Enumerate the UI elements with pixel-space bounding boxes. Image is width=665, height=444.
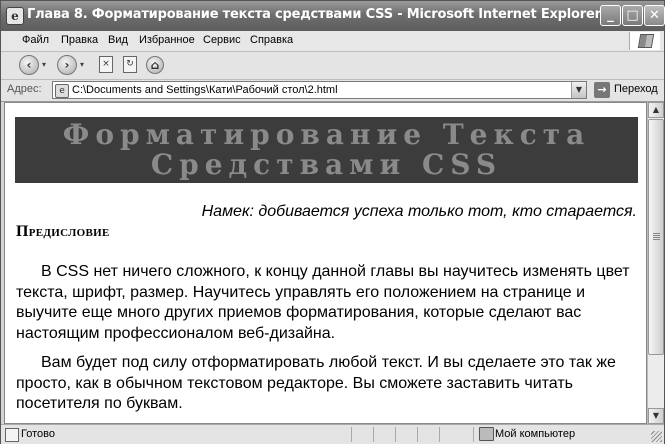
address-input[interactable]: e C:\Documents and Settings\Кати\Рабочий… <box>52 81 587 99</box>
forward-dropdown-icon[interactable]: ▾ <box>80 60 84 69</box>
menu-tools[interactable]: Сервис <box>203 34 241 46</box>
my-computer-icon <box>479 427 494 441</box>
toolbar: ‹ ▾ › ▾ × ↻ ⌂ <box>1 52 664 80</box>
address-label: Адрес: <box>7 83 42 95</box>
status-text: Готово <box>21 428 55 440</box>
stop-icon[interactable]: × <box>99 56 113 73</box>
browser-window: e Глава 8. Форматирование текста средств… <box>0 0 665 444</box>
forward-arrow-icon[interactable]: › <box>57 55 77 75</box>
status-divider <box>417 427 418 442</box>
scroll-up-icon[interactable]: ▲ <box>648 102 664 118</box>
banner-line-2: Средствами CSS <box>150 148 503 181</box>
status-divider <box>473 427 474 442</box>
ie-logo-icon: e <box>6 7 24 25</box>
status-divider <box>439 427 440 442</box>
status-divider <box>351 427 352 442</box>
grip-icon <box>653 233 660 234</box>
status-divider <box>395 427 396 442</box>
status-divider <box>373 427 374 442</box>
menu-file[interactable]: Файл <box>22 34 49 46</box>
scroll-thumb[interactable] <box>648 119 664 355</box>
menu-edit[interactable]: Правка <box>61 34 98 46</box>
paragraph-1: В CSS нет ничего сложного, к концу данно… <box>16 263 630 342</box>
page-viewport[interactable]: Форматирование Текста Средствами CSS Нам… <box>4 102 647 424</box>
status-bar: Готово Мой компьютер <box>1 424 664 444</box>
vertical-scrollbar[interactable]: ▲ ▼ <box>647 102 664 424</box>
menu-view[interactable]: Вид <box>108 34 128 46</box>
resize-grip-icon[interactable] <box>651 431 662 442</box>
address-bar: Адрес: e C:\Documents and Settings\Кати\… <box>1 80 664 102</box>
page-quote: Намек: добивается успеха только тот, кто… <box>201 203 637 220</box>
menu-bar: Файл Правка Вид Избранное Сервис Справка <box>1 31 664 52</box>
address-dropdown-icon[interactable]: ▼ <box>571 82 586 98</box>
minimize-button[interactable]: _ <box>600 5 621 26</box>
home-icon[interactable]: ⌂ <box>146 56 164 74</box>
status-zone: Мой компьютер <box>495 428 576 440</box>
close-button[interactable]: ✕ <box>644 5 665 26</box>
page-icon: e <box>55 84 69 98</box>
page-banner: Форматирование Текста Средствами CSS <box>15 117 638 183</box>
menu-favorites[interactable]: Избранное <box>139 34 195 46</box>
address-value: C:\Documents and Settings\Кати\Рабочий с… <box>72 84 338 96</box>
back-dropdown-icon[interactable]: ▾ <box>42 60 46 69</box>
scroll-down-icon[interactable]: ▼ <box>648 408 664 424</box>
window-title: Глава 8. Форматирование текста средствам… <box>27 7 601 22</box>
go-button[interactable]: Переход <box>614 83 658 95</box>
paragraph-2: Вам будет под силу отформатировать любой… <box>16 354 616 412</box>
banner-line-1: Форматирование Текста <box>62 118 591 151</box>
refresh-icon[interactable]: ↻ <box>123 56 137 73</box>
menu-help[interactable]: Справка <box>250 34 293 46</box>
title-bar[interactable]: e Глава 8. Форматирование текста средств… <box>1 1 665 31</box>
windows-flag-icon <box>629 32 660 50</box>
back-arrow-icon[interactable]: ‹ <box>19 55 39 75</box>
go-arrow-icon[interactable]: → <box>594 82 610 98</box>
status-page-icon <box>5 428 19 442</box>
maximize-button[interactable]: □ <box>622 5 643 26</box>
page-heading: Предисловие <box>16 223 110 240</box>
